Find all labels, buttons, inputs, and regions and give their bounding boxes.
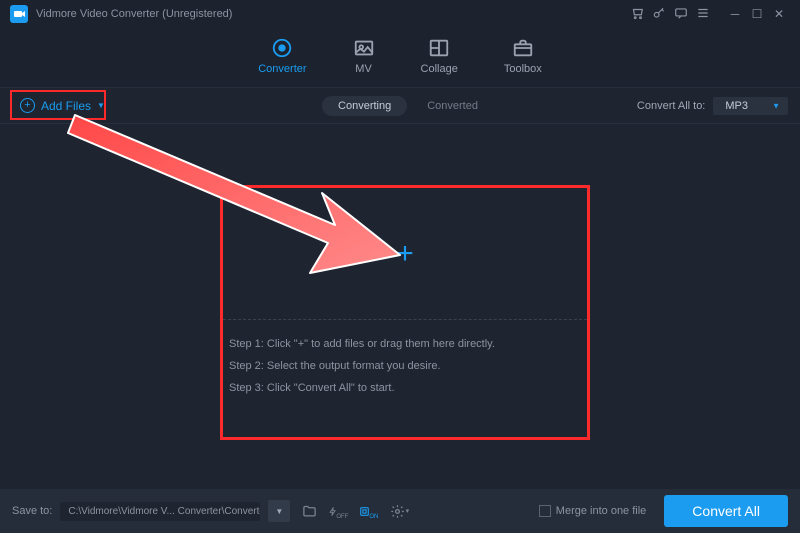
tab-collage[interactable]: Collage [421,37,458,79]
minimize-icon[interactable]: ─ [724,7,746,21]
plus-circle-icon: + [20,98,35,113]
checkbox-icon [539,505,551,517]
sub-bar: + Add Files ▼ Converting Converted Conve… [0,88,800,124]
open-folder-icon[interactable] [298,500,320,522]
cart-icon[interactable] [626,6,648,23]
convert-all-button[interactable]: Convert All [664,495,788,527]
tab-label: Converter [258,63,306,75]
add-files-label: Add Files [41,99,91,113]
format-value: MP3 [725,100,748,112]
step-3: Step 3: Click "Convert All" to start. [229,382,581,394]
save-path-display[interactable]: C:\Vidmore\Vidmore V... Converter\Conver… [60,502,260,521]
gpu-on-icon[interactable]: ON [358,500,380,522]
save-path-dropdown[interactable]: ▼ [268,500,290,522]
output-format-select[interactable]: MP3 ▼ [713,97,788,115]
drop-area[interactable]: + [223,188,587,320]
converter-icon [271,37,293,59]
save-to-label: Save to: [12,505,52,517]
step-2: Step 2: Select the output format you des… [229,360,581,372]
key-icon[interactable] [648,6,670,23]
tab-converting[interactable]: Converting [322,96,407,116]
step-1: Step 1: Click "+" to add files or drag t… [229,338,581,350]
tab-converter[interactable]: Converter [258,37,306,79]
add-files-button[interactable]: + Add Files ▼ [12,94,113,117]
menu-icon[interactable] [692,6,714,23]
app-logo [10,5,28,23]
tab-converted[interactable]: Converted [427,100,478,112]
maximize-icon[interactable]: ☐ [746,7,768,21]
tab-label: Toolbox [504,63,542,75]
tab-label: Collage [421,63,458,75]
caret-down-icon: ▼ [97,101,105,110]
app-title: Vidmore Video Converter (Unregistered) [36,8,232,20]
feedback-icon[interactable] [670,6,692,23]
tab-toolbox[interactable]: Toolbox [504,37,542,79]
main-zone: + Step 1: Click "+" to add files or drag… [15,125,785,489]
tab-mv[interactable]: MV [353,37,375,79]
settings-gear-icon[interactable]: ▾ [388,500,410,522]
title-bar: Vidmore Video Converter (Unregistered) ─… [0,0,800,28]
chevron-down-icon: ▼ [772,101,780,110]
drop-zone[interactable]: + Step 1: Click "+" to add files or drag… [223,188,587,437]
main-nav: Converter MV Collage Toolbox [0,28,800,88]
tab-label: MV [355,63,372,75]
footer-bar: Save to: C:\Vidmore\Vidmore V... Convert… [0,489,800,533]
mv-icon [353,37,375,59]
instructions: Step 1: Click "+" to add files or drag t… [223,320,587,437]
close-icon[interactable]: ✕ [768,7,790,21]
collage-icon [428,37,450,59]
add-plus-icon[interactable]: + [396,239,414,269]
convert-all-to-label: Convert All to: [637,100,705,112]
merge-label: Merge into one file [556,505,647,517]
toolbox-icon [512,37,534,59]
hw-accel-off-icon[interactable]: OFF [328,500,350,522]
merge-checkbox[interactable]: Merge into one file [539,505,647,517]
